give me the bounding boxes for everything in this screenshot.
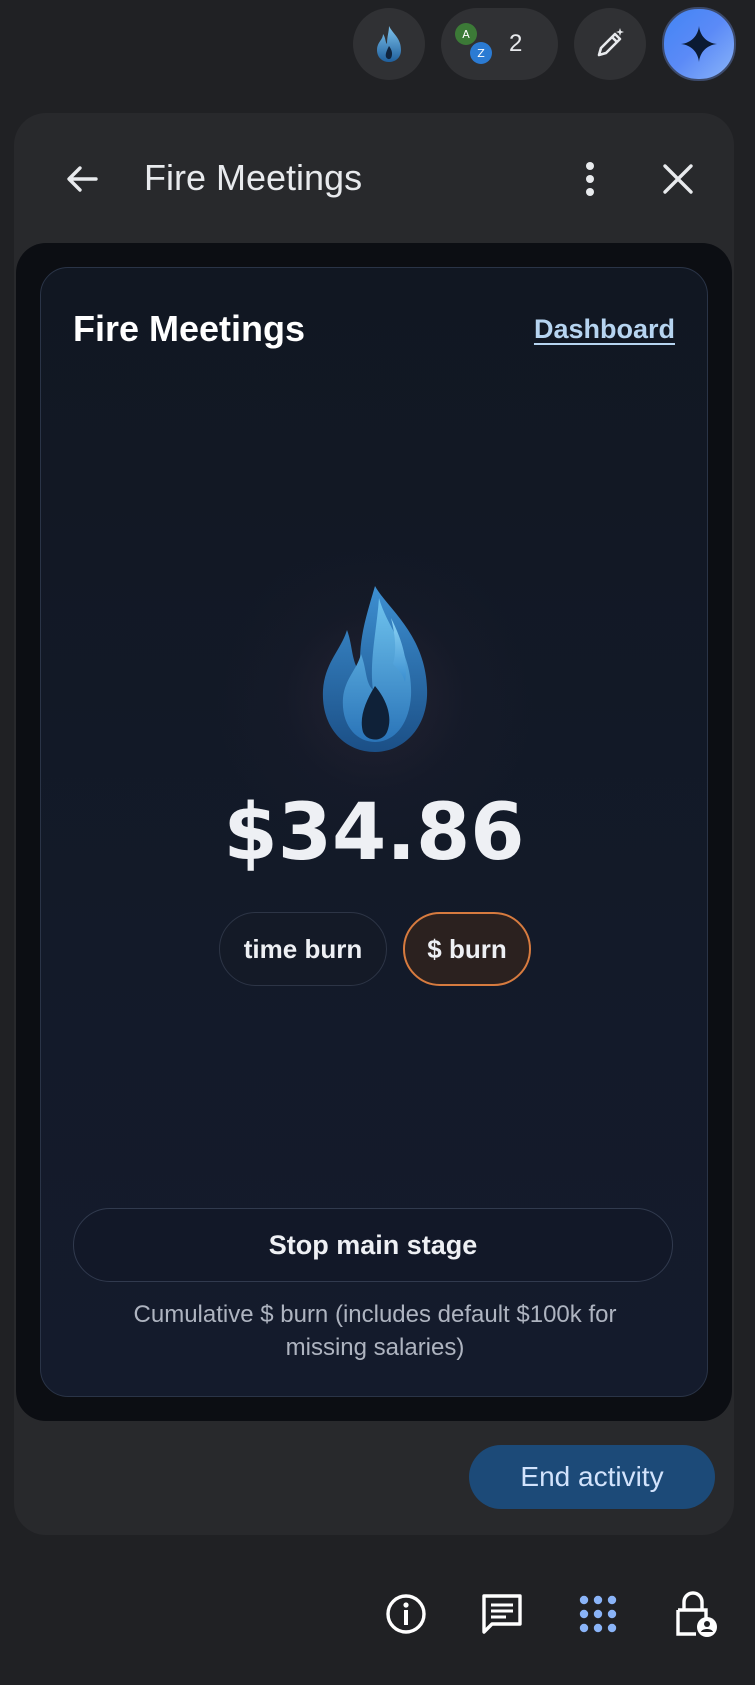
gemini-icon <box>681 26 717 62</box>
addon-title: Fire Meetings <box>73 308 306 349</box>
more-vert-icon <box>586 162 594 196</box>
burn-amount: $34.86 <box>223 788 525 878</box>
panel-header: Fire Meetings <box>14 113 734 243</box>
more-options-button[interactable] <box>566 155 614 203</box>
back-button[interactable] <box>58 155 106 203</box>
dashboard-link[interactable]: Dashboard <box>534 314 675 345</box>
effects-button[interactable] <box>574 8 646 80</box>
info-button[interactable] <box>382 1590 430 1638</box>
close-button[interactable] <box>654 155 702 203</box>
gemini-button[interactable] <box>662 7 736 81</box>
participant-avatars: A Z <box>453 19 501 69</box>
addon-card: Fire Meetings Dashboard $34.86 time burn… <box>40 267 708 1397</box>
apps-grid-icon <box>579 1595 617 1633</box>
participants-button[interactable]: A Z 2 <box>441 8 558 80</box>
lock-person-icon <box>676 1591 717 1637</box>
chat-button[interactable] <box>478 1590 526 1638</box>
chat-icon <box>482 1594 522 1634</box>
avatar: A <box>455 23 477 45</box>
info-icon <box>386 1594 426 1634</box>
dollar-burn-toggle[interactable]: $ burn <box>403 912 531 986</box>
participant-count: 2 <box>509 30 523 57</box>
time-burn-toggle[interactable]: time burn <box>219 912 387 986</box>
side-panel: Fire Meetings Fire Meetings Dashboard $3… <box>14 113 734 1535</box>
pen-sparkle-icon <box>597 28 624 57</box>
flame-icon <box>322 586 428 752</box>
burn-footnote: Cumulative $ burn (includes default $100… <box>133 1301 617 1361</box>
fire-addon-button[interactable] <box>353 8 425 80</box>
host-controls-button[interactable] <box>670 1590 718 1638</box>
close-icon <box>663 164 693 194</box>
avatar: Z <box>470 42 492 64</box>
stop-main-stage-button[interactable]: Stop main stage <box>73 1208 673 1282</box>
addon-frame: Fire Meetings Dashboard $34.86 time burn… <box>16 243 732 1421</box>
back-arrow-icon <box>67 166 98 192</box>
fire-addon-icon <box>377 26 401 62</box>
end-activity-button[interactable]: End activity <box>469 1445 715 1509</box>
activities-button[interactable] <box>574 1590 622 1638</box>
panel-title: Fire Meetings <box>144 157 363 198</box>
